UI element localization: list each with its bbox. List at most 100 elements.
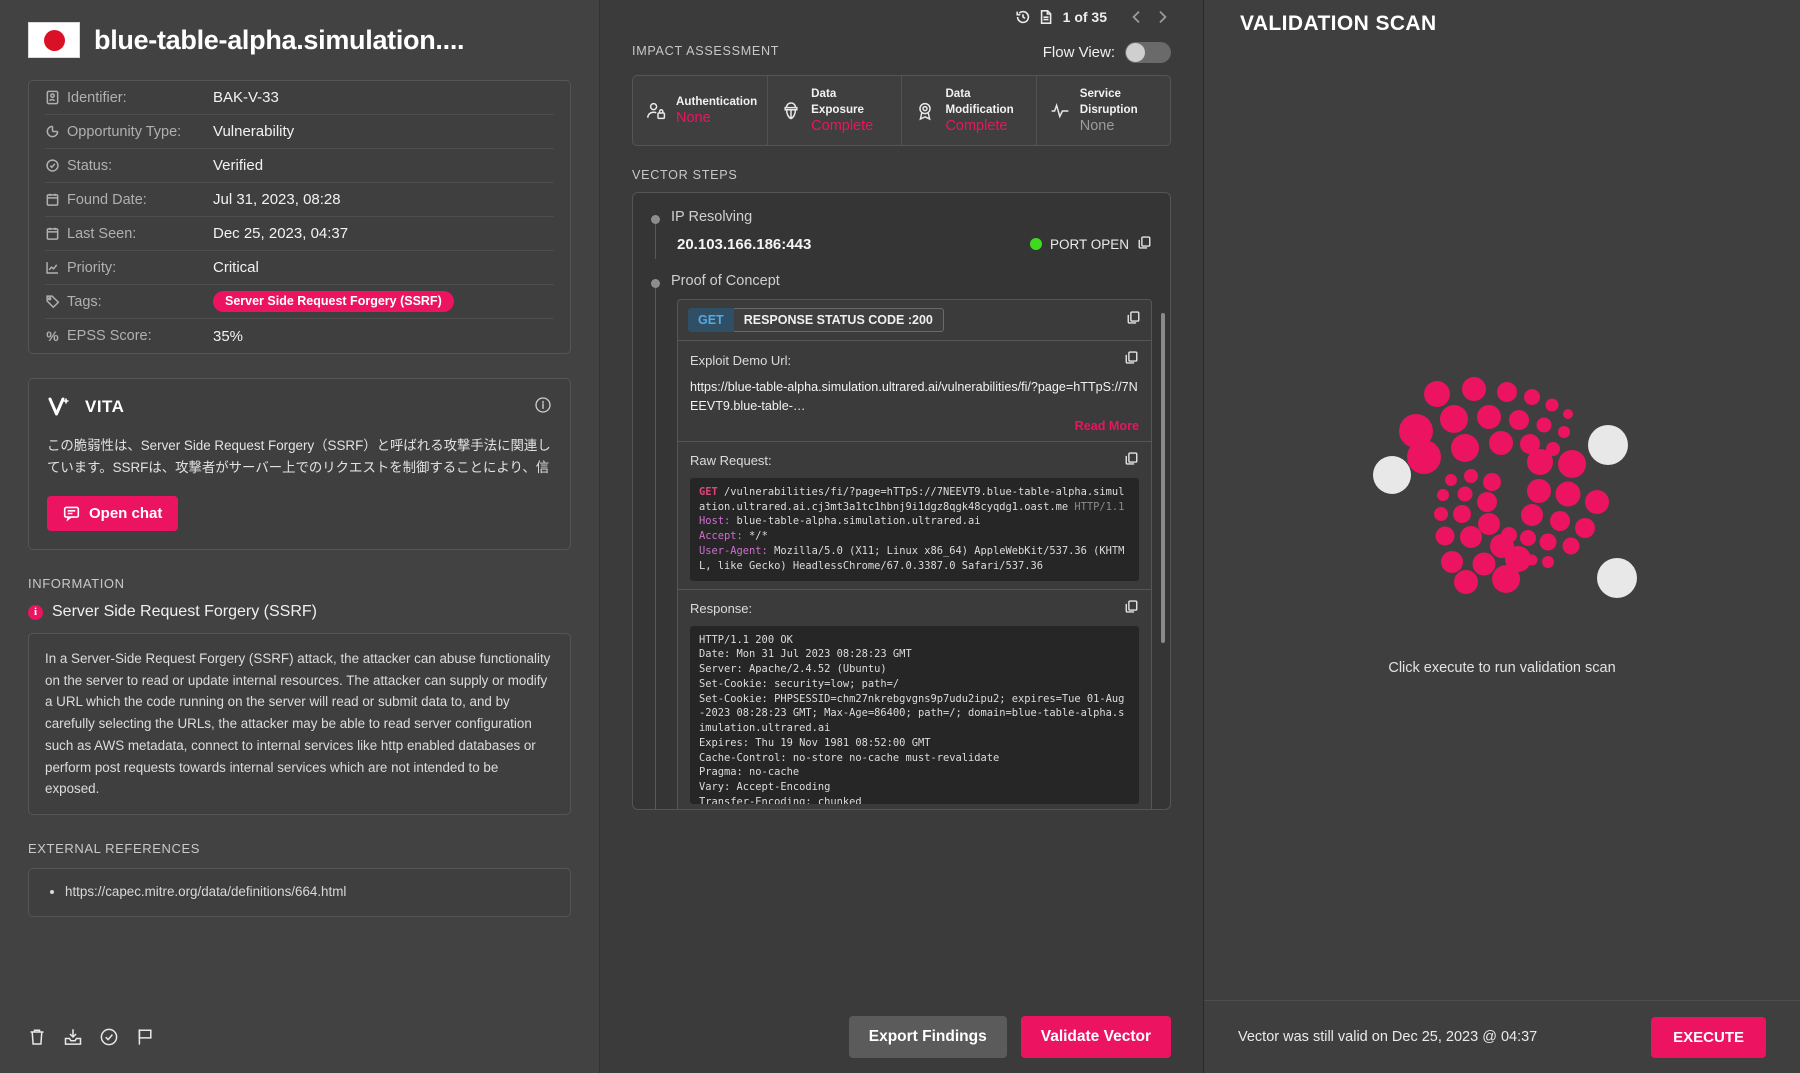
port-status-label: PORT OPEN [1049, 236, 1129, 252]
impact-item-data-exposure: Data Exposure Complete [768, 76, 903, 146]
meta-row-last-seen: Last Seen: Dec 25, 2023, 04:37 [45, 217, 554, 251]
validation-scan-panel: VALIDATION SCAN Click execute to run val… [1203, 0, 1800, 1073]
response-header: Response: [690, 599, 1139, 619]
poc-box: GET RESPONSE STATUS CODE :200 Exploit De… [677, 299, 1152, 810]
raw-request-path: /vulnerabilities/fi/?page=hTTpS://7NEEVT… [699, 485, 1125, 513]
pulse-icon [1051, 102, 1069, 119]
validate-vector-button[interactable]: Validate Vector [1020, 1015, 1171, 1058]
chat-icon [63, 506, 80, 522]
details-panel: blue-table-alpha.simulation.... Identifi… [0, 0, 600, 1073]
impact-item-service-disruption: Service Disruption None [1037, 76, 1170, 145]
ip-result-row: 20.103.166.186:443 PORT OPEN [677, 235, 1152, 253]
copy-response-button[interactable] [1124, 599, 1139, 619]
vector-steps-scrollbar[interactable] [1161, 313, 1165, 644]
vita-card: VITA この脆弱性は、Server Side Request Forgery（… [28, 378, 571, 550]
exploit-url-section: Exploit Demo Url: https://blue-table-alp… [678, 341, 1151, 442]
info-icon[interactable] [534, 396, 552, 419]
step-title: Proof of Concept [671, 273, 780, 290]
open-chat-button[interactable]: Open chat [47, 496, 179, 531]
meta-row-found-date: Found Date: Jul 31, 2023, 08:28 [45, 183, 554, 217]
information-card: In a Server-Side Request Forgery (SSRF) … [28, 633, 571, 815]
meta-label: Found Date: [45, 192, 213, 208]
check-circle-icon[interactable] [98, 1026, 120, 1048]
meta-value-priority: Critical [213, 259, 259, 276]
impact-value: Complete [811, 118, 874, 135]
raw-request-header: Raw Request: [690, 451, 1139, 471]
reference-item[interactable]: https://capec.mitre.org/data/definitions… [65, 881, 554, 904]
flag-japan-disc [43, 29, 65, 51]
info-bullet-icon: i [28, 604, 43, 620]
information-section-label: INFORMATION [28, 576, 125, 591]
copy-ip-button[interactable] [1137, 235, 1152, 253]
status-dot-icon [1029, 238, 1042, 251]
meta-label-text: Found Date: [67, 191, 147, 208]
validation-footer: Vector was still valid on Dec 25, 2023 @… [1204, 1000, 1800, 1073]
open-chat-label: Open chat [89, 505, 163, 522]
vector-steps-card: IP Resolving 20.103.166.186:443 PORT OPE… [632, 192, 1171, 811]
step-connector [655, 224, 656, 260]
vector-steps-section-label: VECTOR STEPS [632, 168, 738, 183]
meta-label: Priority: [45, 260, 213, 276]
meta-value-found-date: Jul 31, 2023, 08:28 [213, 191, 341, 208]
response-code: HTTP/1.1 200 OK Date: Mon 31 Jul 2023 08… [690, 625, 1139, 804]
record-pager: 1 of 35 [632, 0, 1171, 30]
information-heading-row: i Server Side Request Forgery (SSRF) [28, 603, 571, 621]
meta-row-tags: Tags: Server Side Request Forgery (SSRF) [45, 285, 554, 319]
execute-button[interactable]: EXECUTE [1651, 1016, 1766, 1058]
toggle-knob [1126, 43, 1145, 62]
vector-footer: Export Findings Validate Vector [600, 1000, 1203, 1073]
copy-raw-request-button[interactable] [1124, 451, 1139, 471]
impact-text: Authentication None [676, 94, 757, 128]
copy-exploit-url-button[interactable] [1124, 350, 1139, 370]
meta-label-text: Status: [67, 157, 113, 174]
history-icon[interactable] [1015, 9, 1031, 25]
copy-poc-button[interactable] [1126, 310, 1141, 330]
next-record-button[interactable] [1153, 8, 1171, 26]
raw-header-name: User-Agent: [699, 544, 768, 557]
asset-title-row: blue-table-alpha.simulation.... [28, 22, 571, 58]
ip-address: 20.103.166.186:443 [677, 235, 812, 253]
pie-chart-icon [45, 124, 60, 139]
calendar-icon [45, 192, 60, 207]
trend-icon [45, 260, 60, 275]
response-section: Response: HTTP/1.1 200 OK Date: Mon 31 J… [678, 590, 1151, 810]
raw-request-section: Raw Request: GET /vulnerabilities/fi/?pa… [678, 442, 1151, 590]
vita-header: VITA [47, 395, 552, 419]
flag-icon[interactable] [134, 1026, 156, 1048]
step-ip-resolving: IP Resolving 20.103.166.186:443 PORT OPE… [651, 209, 1152, 260]
raw-request-method: GET [699, 485, 718, 498]
raw-header-name: Accept: [699, 530, 743, 543]
meta-row-priority: Priority: Critical [45, 251, 554, 285]
tag-badge[interactable]: Server Side Request Forgery (SSRF) [213, 291, 454, 312]
document-icon[interactable] [1038, 9, 1054, 25]
vector-panel: 1 of 35 IMPACT ASSESSMENT Flow View: Aut… [600, 0, 1203, 1073]
meta-value-identifier: BAK-V-33 [213, 89, 279, 106]
trash-icon[interactable] [26, 1026, 48, 1048]
raw-request-code: GET /vulnerabilities/fi/?page=hTTpS://7N… [690, 477, 1139, 581]
exploit-url-label: Exploit Demo Url: [690, 352, 792, 368]
details-scroll-area: blue-table-alpha.simulation.... Identifi… [0, 0, 599, 1000]
meta-row-opportunity-type: Opportunity Type: Vulnerability [45, 115, 554, 149]
read-more-link[interactable]: Read More [690, 419, 1139, 433]
references-section-label: EXTERNAL REFERENCES [28, 840, 201, 856]
vita-title: VITA [85, 397, 125, 416]
impact-name: Data Modification [945, 87, 1014, 116]
percent-icon: % [46, 328, 59, 344]
archive-download-icon[interactable] [62, 1026, 84, 1048]
flag-japan-icon [28, 22, 80, 58]
impact-item-data-modification: Data Modification Complete [902, 76, 1037, 146]
raw-request-version: HTTP/1.1 [1068, 500, 1125, 513]
impact-value: Complete [945, 118, 1008, 135]
record-count: 1 of 35 [1062, 9, 1107, 25]
prev-record-button[interactable] [1128, 8, 1146, 26]
flow-view-toggle[interactable] [1125, 42, 1171, 63]
raw-header-value: blue-table-alpha.simulation.ultrared.ai [730, 515, 981, 528]
export-findings-button[interactable]: Export Findings [848, 1015, 1007, 1058]
poc-header: GET RESPONSE STATUS CODE :200 [678, 300, 1151, 342]
impact-item-authentication: Authentication None [633, 76, 769, 146]
impact-text: Data Modification Complete [945, 86, 1025, 135]
flow-view-label: Flow View: [1042, 44, 1115, 61]
port-status: PORT OPEN [1029, 235, 1152, 253]
meta-label: Last Seen: [45, 226, 213, 242]
impact-name: Data Exposure [811, 87, 864, 116]
